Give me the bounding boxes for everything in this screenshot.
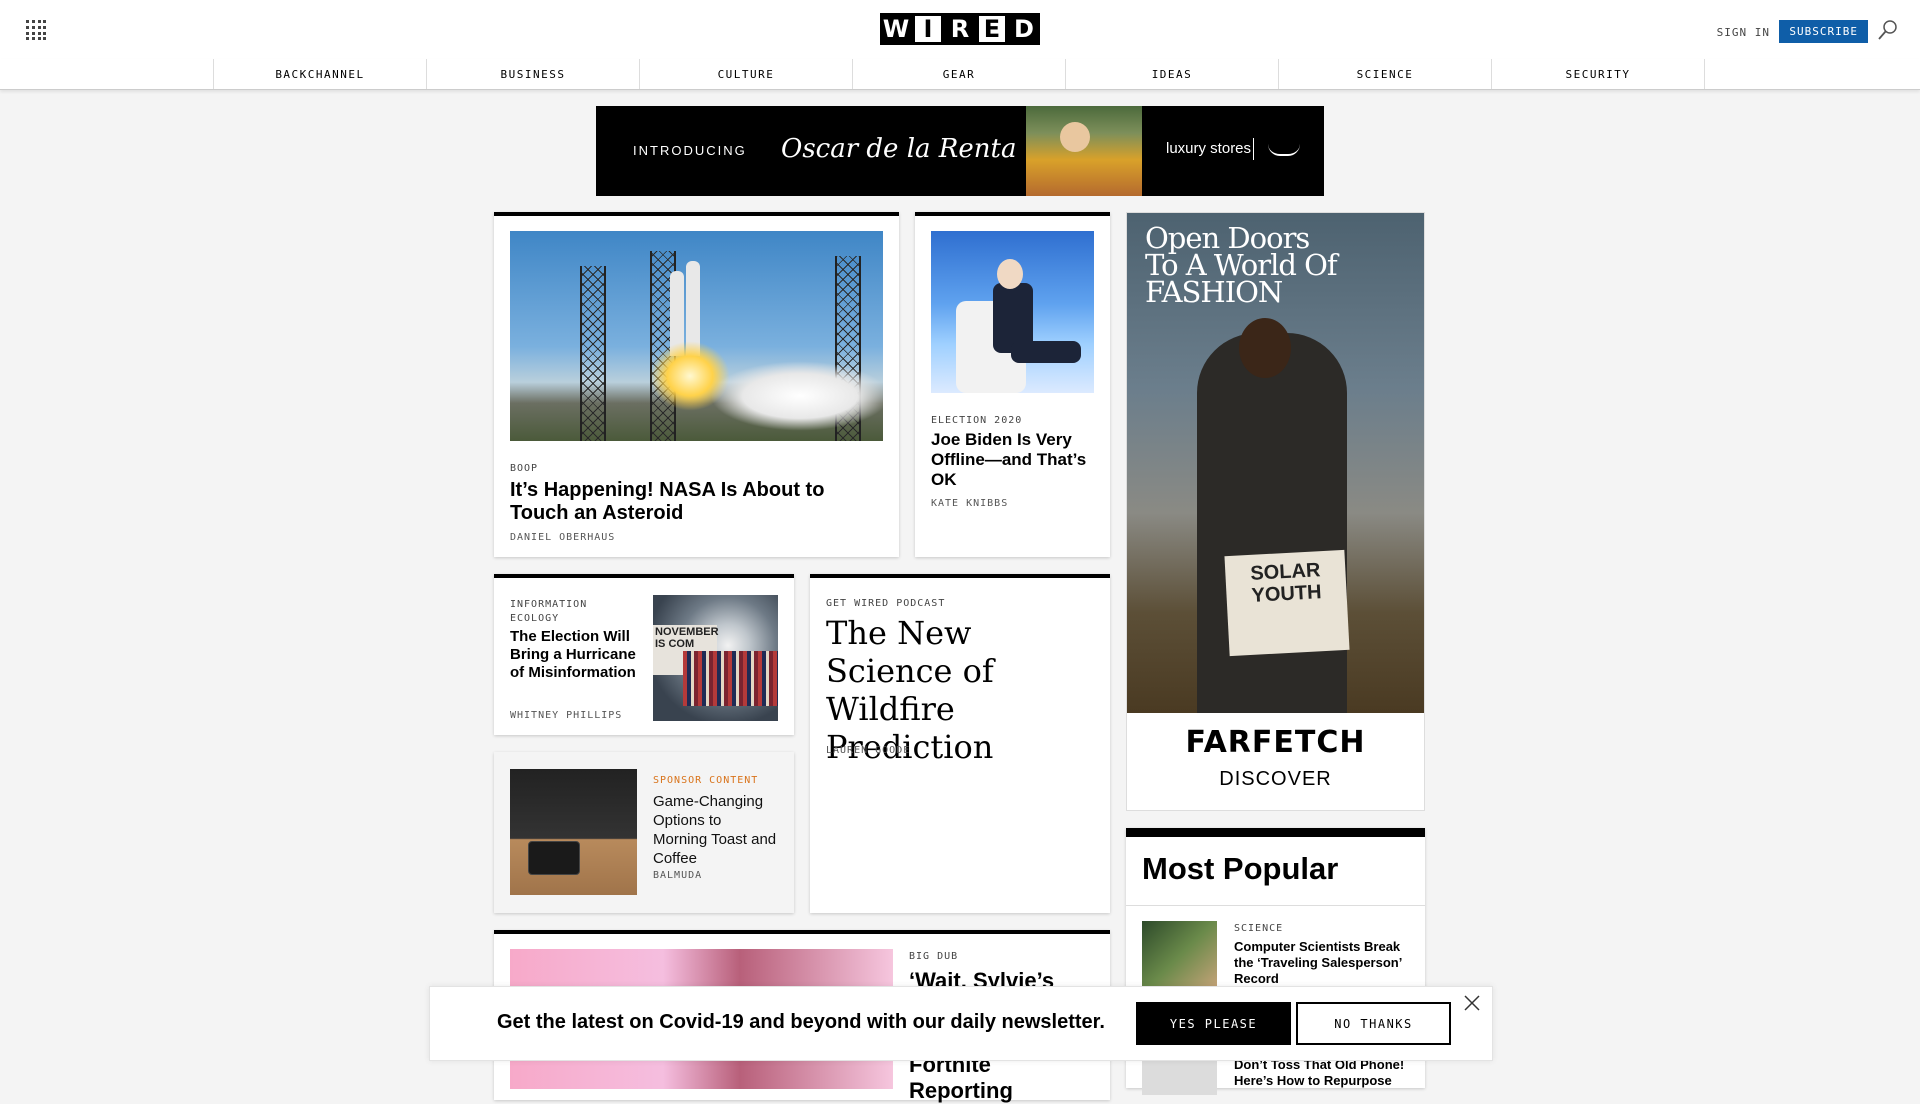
logo-letter: I xyxy=(912,13,944,45)
nav-item-security[interactable]: SECURITY xyxy=(1492,59,1705,89)
logo-letter: E xyxy=(976,13,1008,45)
sponsor-card-balmuda[interactable]: SPONSOR CONTENT Game-Changing Options to… xyxy=(494,752,794,913)
story-card-wildfire[interactable]: GET WIRED PODCAST The New Science of Wil… xyxy=(810,574,1110,913)
search-icon[interactable] xyxy=(1878,20,1898,40)
story-headline-cont[interactable]: Reporting xyxy=(909,1078,1013,1104)
close-icon[interactable] xyxy=(1464,995,1480,1011)
farfetch-logo: FARFETCH xyxy=(1185,725,1366,760)
newsletter-message: Get the latest on Covid-19 and beyond wi… xyxy=(497,1011,1105,1033)
logo-letter: R xyxy=(944,13,976,45)
site-header: W I R E D SIGN IN SUBSCRIBE xyxy=(0,0,1920,60)
sign-in-link[interactable]: SIGN IN xyxy=(1717,26,1770,39)
story-image-hurricane[interactable]: NOVEMBER IS COM xyxy=(653,595,778,721)
popular-thumb[interactable] xyxy=(1142,1055,1217,1095)
newsletter-yes-button[interactable]: YES PLEASE xyxy=(1136,1002,1291,1045)
story-kicker[interactable]: BIG DUB xyxy=(909,951,958,962)
ad-store-text: luxury stores xyxy=(1166,140,1252,157)
popular-headline[interactable]: Don’t Toss That Old Phone! Here’s How to… xyxy=(1234,1057,1414,1089)
story-card-nasa[interactable]: BOOP It’s Happening! NASA Is About to To… xyxy=(494,212,899,557)
menu-grid-icon[interactable] xyxy=(26,20,46,40)
story-image-biden[interactable] xyxy=(931,231,1094,393)
story-byline[interactable]: KATE KNIBBS xyxy=(931,498,1008,509)
story-card-election[interactable]: INFORMATION ECOLOGY The Election Will Br… xyxy=(494,574,794,735)
story-byline[interactable]: DANIEL OBERHAUS xyxy=(510,532,615,543)
section-nav: BACKCHANNEL BUSINESS CULTURE GEAR IDEAS … xyxy=(0,59,1920,90)
ad-brand-logo: Oscar de la Renta xyxy=(781,134,1017,164)
newsletter-signup-bar: Get the latest on Covid-19 and beyond wi… xyxy=(429,986,1493,1061)
nav-item-culture[interactable]: CULTURE xyxy=(640,59,853,89)
story-headline[interactable]: Joe Biden Is Very Offline—and That’s OK xyxy=(931,430,1096,490)
logo-letter: W xyxy=(880,13,912,45)
most-popular-title: Most Popular xyxy=(1142,851,1339,886)
ad-model-photo xyxy=(1026,106,1142,196)
sponsor-image-toaster[interactable] xyxy=(510,769,637,895)
story-kicker[interactable]: BOOP xyxy=(510,463,538,474)
story-kicker[interactable]: ELECTION 2020 xyxy=(931,415,1022,426)
sponsor-byline[interactable]: BALMUDA xyxy=(653,870,702,881)
ad-cta[interactable]: DISCOVER xyxy=(1127,768,1424,791)
story-image-rocket[interactable] xyxy=(510,231,883,441)
nav-item-science[interactable]: SCIENCE xyxy=(1279,59,1492,89)
nav-item-gear[interactable]: GEAR xyxy=(853,59,1066,89)
sponsor-kicker[interactable]: SPONSOR CONTENT xyxy=(653,775,758,786)
story-byline[interactable]: LAUREN GOODE xyxy=(826,745,910,756)
sidebar-ad-farfetch[interactable]: SOLAR YOUTH Open Doors To A World Of FAS… xyxy=(1126,212,1425,811)
sponsor-headline[interactable]: Game-Changing Options to Morning Toast a… xyxy=(653,792,778,868)
wired-logo[interactable]: W I R E D xyxy=(880,13,1040,45)
story-kicker[interactable]: GET WIRED PODCAST xyxy=(826,598,945,609)
ad-divider xyxy=(1253,138,1254,160)
newsletter-no-button[interactable]: NO THANKS xyxy=(1296,1002,1451,1045)
subscribe-button[interactable]: SUBSCRIBE xyxy=(1779,20,1868,43)
story-headline[interactable]: The New Science of Wildfire Prediction xyxy=(826,614,1096,766)
top-ad-banner[interactable]: INTRODUCING Oscar de la Renta luxury sto… xyxy=(596,106,1324,196)
story-card-biden[interactable]: ELECTION 2020 Joe Biden Is Very Offline—… xyxy=(915,212,1110,557)
story-byline[interactable]: WHITNEY PHILLIPS xyxy=(510,710,622,721)
amazon-smile-icon xyxy=(1268,144,1300,156)
story-headline[interactable]: It’s Happening! NASA Is About to Touch a… xyxy=(510,479,870,525)
nav-item-ideas[interactable]: IDEAS xyxy=(1066,59,1279,89)
story-kicker[interactable]: INFORMATION ECOLOGY xyxy=(510,598,610,626)
ad-intro-text: INTRODUCING xyxy=(633,143,747,158)
story-headline[interactable]: The Election Will Bring a Hurricane of M… xyxy=(510,628,640,682)
logo-letter: D xyxy=(1008,13,1040,45)
ad-headline: Open Doors To A World Of FASHION xyxy=(1145,221,1338,309)
popular-kicker[interactable]: SCIENCE xyxy=(1234,923,1283,934)
ad-board-text: SOLAR YOUTH xyxy=(1224,549,1350,657)
nav-item-business[interactable]: BUSINESS xyxy=(427,59,640,89)
nav-item-backchannel[interactable]: BACKCHANNEL xyxy=(214,59,427,89)
popular-headline[interactable]: Computer Scientists Break the ‘Traveling… xyxy=(1234,939,1414,987)
popular-thumb[interactable] xyxy=(1142,921,1217,991)
